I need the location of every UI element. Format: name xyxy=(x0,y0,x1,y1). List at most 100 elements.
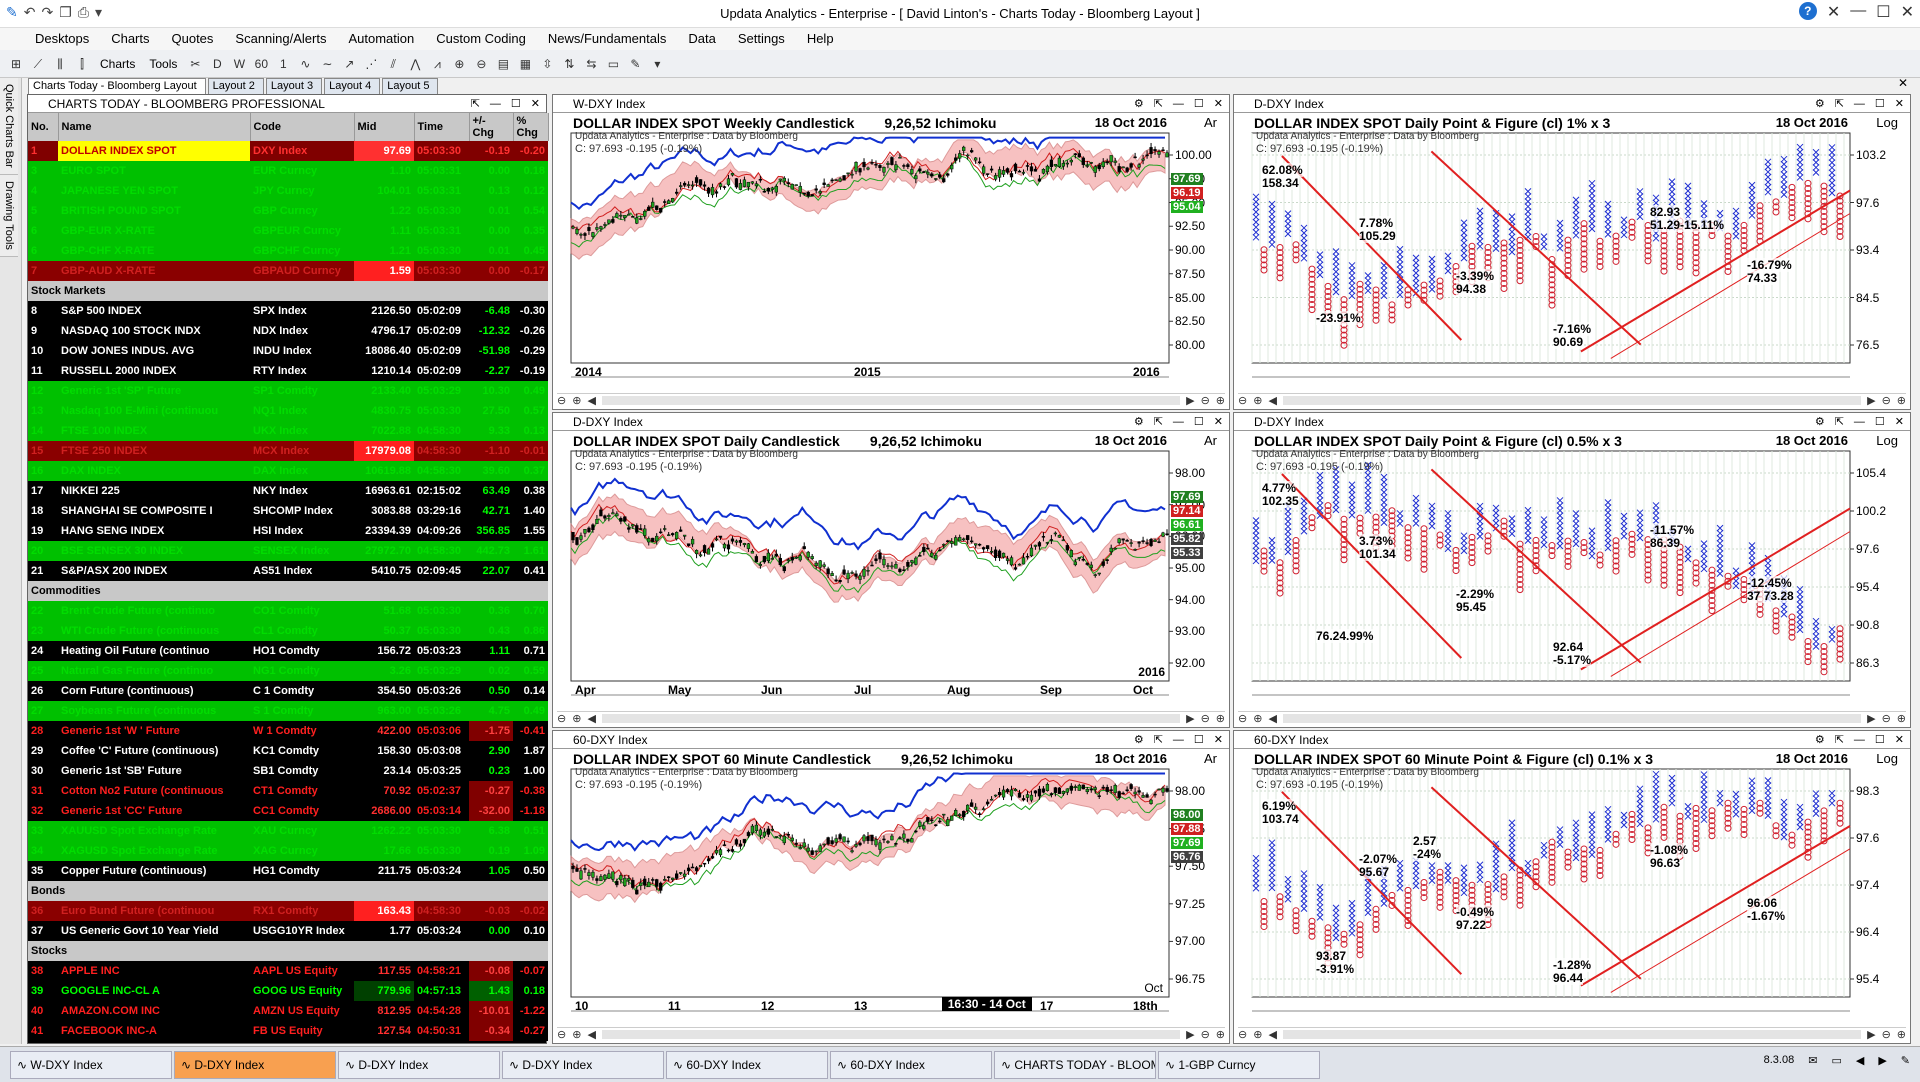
watchlist-row[interactable]: 25 Natural Gas Future (continuo NG1 Comdty… xyxy=(28,661,548,681)
scroll-track[interactable] xyxy=(601,714,1181,723)
zoom-out-icon[interactable]: ⊖ xyxy=(1882,394,1891,407)
chart-scrollbar[interactable]: ⊖ ⊕ ◀ ▶ ⊖ ⊕ xyxy=(557,393,1225,407)
watchlist-row[interactable]: 6 GBP-EUR X-RATE GBPEUR Curncy 1.11 05:03:31… xyxy=(28,221,548,241)
panel-close-icon[interactable]: ✕ xyxy=(1214,95,1223,113)
popout-icon[interactable]: ⇱ xyxy=(1835,731,1844,749)
watchlist-row[interactable]: 6 GBP-CHF X-RATE GBPCHF Curncy 1.21 05:03:30… xyxy=(28,241,548,261)
zoom-out-icon[interactable]: ⊖ xyxy=(1238,712,1247,725)
scale-mode[interactable]: Ar xyxy=(1204,751,1217,766)
watchlist-row[interactable]: 11 RUSSELL 2000 INDEX RTY Index 1210.14 05:0… xyxy=(28,361,548,381)
nav-right-icon[interactable]: ▶ xyxy=(1878,1054,1886,1067)
watchlist-row[interactable]: 31 Cotton No2 Future (continuous CT1 Comdt… xyxy=(28,781,548,801)
zoom-in-icon[interactable]: ⊕ xyxy=(1216,394,1225,407)
popout-icon[interactable]: ⇱ xyxy=(1154,731,1163,749)
scroll-track[interactable] xyxy=(601,396,1181,405)
maximize-button[interactable]: ☐ xyxy=(1876,2,1890,22)
taskbar-window-button[interactable]: ∿ D-DXY Index xyxy=(174,1050,336,1079)
chart-panel-60min-pnf[interactable]: 60-DXY Index ⚙ ⇱ — ☐ ✕ DOLLAR INDEX SPOT 60 Mi… xyxy=(1233,730,1911,1044)
section-row[interactable]: Stock Markets xyxy=(28,281,548,301)
folder-icon[interactable]: ▭ xyxy=(1831,1054,1841,1067)
scroll-left-icon[interactable]: ◀ xyxy=(587,394,595,407)
panel-close-icon[interactable]: ✕ xyxy=(1214,413,1223,431)
watchlist-row[interactable]: 35 Copper Future (continuous) HG1 Comdty 21… xyxy=(28,861,548,881)
watchlist-row[interactable]: 5 BRITISH POUND SPOT GBP Curncy 1.22 05:03:3… xyxy=(28,201,548,221)
menu-settings[interactable]: Settings xyxy=(727,28,796,50)
zoom-out-icon[interactable]: ⊖ xyxy=(1201,1028,1210,1041)
chart-scrollbar[interactable]: ⊖ ⊕ ◀ ▶ ⊖ ⊕ xyxy=(1238,711,1906,725)
zoom-in-icon[interactable]: ⊕ xyxy=(572,712,581,725)
settings-icon[interactable]: ⚙ xyxy=(1815,95,1825,113)
scale-mode[interactable]: Log xyxy=(1876,115,1898,130)
watchlist-row[interactable]: 16 DAX INDEX DAX Index 10619.88 04:58:30 39.6… xyxy=(28,461,548,481)
watchlist-row[interactable]: 4 JAPANESE YEN SPOT JPY Curncy 104.01 05:03:… xyxy=(28,181,548,201)
scale-mode[interactable]: Log xyxy=(1876,751,1898,766)
panel-minimize-icon[interactable]: — xyxy=(490,95,501,113)
popout-icon[interactable]: ⇱ xyxy=(1835,95,1844,113)
watchlist-row[interactable]: 39 GOOGLE INC-CL A GOOG US Equity 779.96 04:… xyxy=(28,981,548,1001)
layout-tab-5[interactable]: Layout 5 xyxy=(382,78,439,94)
sixty-min-icon[interactable]: 60 xyxy=(251,54,271,74)
watchlist-row[interactable]: 40 AMAZON.COM INC AMZN US Equity 812.95 04:5… xyxy=(28,1001,548,1021)
scroll-track[interactable] xyxy=(601,1030,1181,1039)
panel-close-icon[interactable]: ✕ xyxy=(1895,95,1904,113)
chart-scrollbar[interactable]: ⊖ ⊕ ◀ ▶ ⊖ ⊕ xyxy=(1238,393,1906,407)
menu-automation[interactable]: Automation xyxy=(337,28,425,50)
sort-icon[interactable]: ⇅ xyxy=(559,54,579,74)
panel-close-icon[interactable]: ✕ xyxy=(1214,731,1223,749)
watchlist-row[interactable]: 37 US Generic Govt 10 Year Yield USGG10YR … xyxy=(28,921,548,941)
scale-icon[interactable]: ⇳ xyxy=(537,54,557,74)
quick-charts-bar-tab[interactable]: Quick Charts Bar xyxy=(0,78,18,175)
candle-chart-icon[interactable]: ⫿ xyxy=(72,54,92,74)
column-header-4[interactable]: Time xyxy=(414,113,470,141)
scroll-left-icon[interactable]: ◀ xyxy=(587,1028,595,1041)
taskbar-window-button[interactable]: ∿ D-DXY Index xyxy=(502,1050,664,1079)
help-icon[interactable]: ? xyxy=(1798,2,1817,20)
curve-icon[interactable]: ∼ xyxy=(317,54,337,74)
drawing-tools-tab[interactable]: Drawing Tools xyxy=(0,174,18,257)
chart-grid-icon[interactable]: ⊞ xyxy=(6,54,26,74)
panel-close-icon[interactable]: ✕ xyxy=(1895,731,1904,749)
zoom-out-icon[interactable]: ⊖ xyxy=(557,394,566,407)
watchlist-row[interactable]: 38 APPLE INC AAPL US Equity 117.55 04:58:21-… xyxy=(28,961,548,981)
settings-icon[interactable]: ⚙ xyxy=(1134,731,1144,749)
layout-icon[interactable]: ▤ xyxy=(493,54,513,74)
watchlist-row[interactable]: 9 NASDAQ 100 STOCK INDX NDX Index 4796.17 05… xyxy=(28,321,548,341)
close-layout-icon[interactable]: ✕ xyxy=(1898,76,1908,90)
zoom-out-icon[interactable]: ⊖ xyxy=(1238,394,1247,407)
panel-maximize-icon[interactable]: ☐ xyxy=(1875,731,1885,749)
message-icon[interactable]: ✉ xyxy=(1808,1054,1817,1067)
settings-icon[interactable]: ⚙ xyxy=(1815,413,1825,431)
watchlist-row[interactable]: 26 Corn Future (continuous) C 1 Comdty 354.… xyxy=(28,681,548,701)
zoom-in-icon[interactable]: ⊕ xyxy=(1897,712,1906,725)
settings-icon[interactable]: ⚙ xyxy=(1815,731,1825,749)
charts-button[interactable]: Charts xyxy=(94,57,141,71)
scroll-track[interactable] xyxy=(1282,396,1862,405)
popout-icon[interactable]: ⇱ xyxy=(471,95,480,113)
toolbar-overflow-icon[interactable]: ▾ xyxy=(647,54,667,74)
watchlist-row[interactable]: 28 Generic 1st 'W ' Future W 1 Comdty 422.0… xyxy=(28,721,548,741)
watchlist-row[interactable]: 30 Generic 1st 'SB' Future SB1 Comdty 23.14… xyxy=(28,761,548,781)
menu-data[interactable]: Data xyxy=(677,28,726,50)
watchlist-row[interactable]: 1 DOLLAR INDEX SPOT DXY Index 97.69 05:03:30… xyxy=(28,141,548,161)
tools-icon[interactable]: ✂ xyxy=(185,54,205,74)
section-row[interactable]: Bonds xyxy=(28,881,548,901)
watchlist-row[interactable]: 20 BSE SENSEX 30 INDEX SENSEX Index 27972.7… xyxy=(28,541,548,561)
zoom-out-icon[interactable]: ⊖ xyxy=(1201,712,1210,725)
wave-icon[interactable]: ∿ xyxy=(295,54,315,74)
popout-icon[interactable]: ⇱ xyxy=(1835,413,1844,431)
scroll-track[interactable] xyxy=(1282,1030,1862,1039)
watchlist-row[interactable]: 18 SHANGHAI SE COMPOSITE I SHCOMP Index 308… xyxy=(28,501,548,521)
daily-icon[interactable]: D xyxy=(207,54,227,74)
watchlist-row[interactable]: 32 Generic 1st 'CC' Future CC1 Comdty 2686.… xyxy=(28,801,548,821)
zoom-in-icon[interactable]: ⊕ xyxy=(572,1028,581,1041)
menu-scanning-alerts[interactable]: Scanning/Alerts xyxy=(224,28,337,50)
chart-panel-60min-candles[interactable]: 60-DXY Index ⚙ ⇱ — ☐ ✕ DOLLAR INDEX SPOT 60 Mi… xyxy=(552,730,1230,1044)
weekly-icon[interactable]: W xyxy=(229,54,249,74)
edit-icon[interactable]: ✎ xyxy=(625,54,645,74)
scroll-right-icon[interactable]: ▶ xyxy=(1186,394,1194,407)
menu-charts[interactable]: Charts xyxy=(100,28,160,50)
zoom-out-icon[interactable]: ⊖ xyxy=(557,1028,566,1041)
nav-left-icon[interactable]: ◀ xyxy=(1856,1054,1864,1067)
wedge-icon[interactable]: ⋀ xyxy=(405,54,425,74)
chart-panel-daily-candles[interactable]: D-DXY Index ⚙ ⇱ — ☐ ✕ DOLLAR INDEX SPOT Daily … xyxy=(552,412,1230,728)
